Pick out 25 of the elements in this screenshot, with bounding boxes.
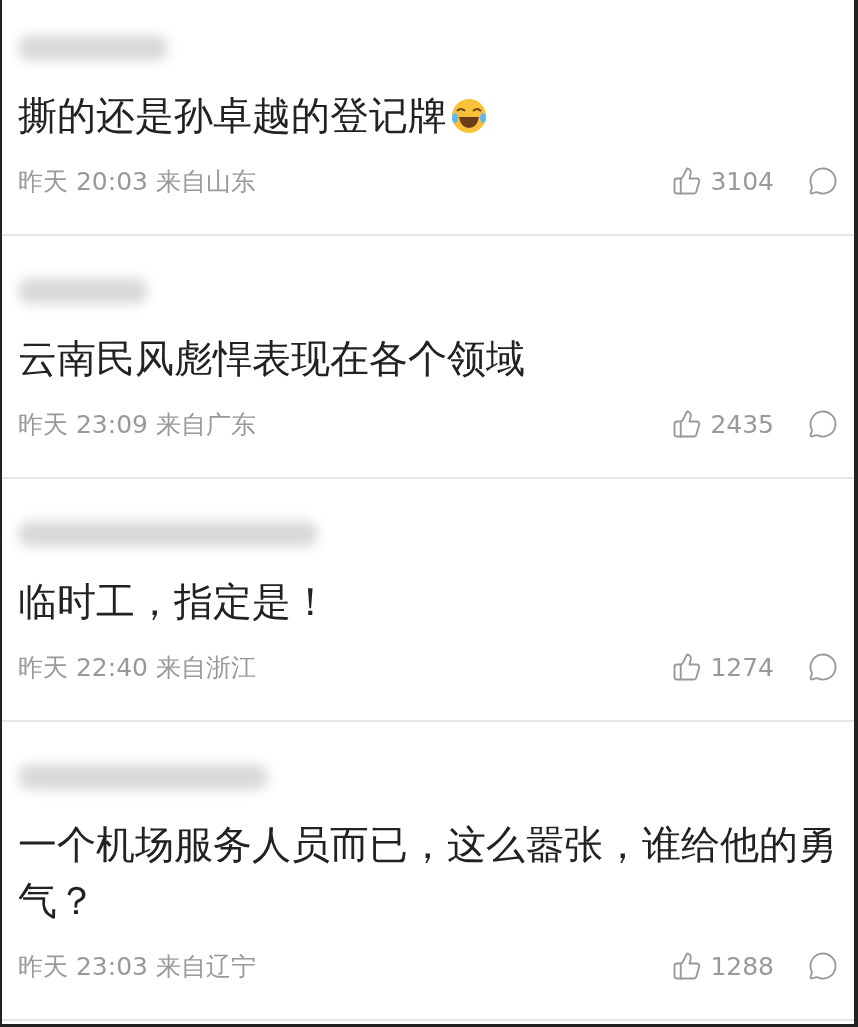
comment-location: 来自山东 <box>156 165 256 198</box>
comment-icon[interactable] <box>808 409 838 439</box>
comment-time: 昨天 22:40 <box>18 651 148 684</box>
like-count: 1274 <box>710 652 774 682</box>
like-icon[interactable] <box>672 951 703 981</box>
comment-text: 云南民风彪悍表现在各个领域 <box>18 335 525 383</box>
comment-text: 临时工，指定是！ <box>18 578 330 626</box>
like-icon[interactable] <box>672 166 703 196</box>
like-count: 3104 <box>710 166 774 196</box>
comment-location: 来自浙江 <box>156 651 256 684</box>
comment-icon[interactable] <box>808 951 838 981</box>
comment-icon[interactable] <box>808 652 838 682</box>
comment-location: 来自广东 <box>156 408 256 441</box>
like-count: 2435 <box>710 409 774 439</box>
comment-icon[interactable] <box>808 166 838 196</box>
comment-text: 撕的还是孙卓越的登记牌 <box>18 92 447 140</box>
like-count: 1288 <box>710 951 774 981</box>
like-icon[interactable] <box>672 409 703 439</box>
comment-time: 昨天 23:09 <box>18 408 148 441</box>
comment-location: 来自辽宁 <box>156 950 256 983</box>
comment-text: 一个机场服务人员而已，这么嚣张，谁给他的勇气？ <box>18 821 838 925</box>
comment-time: 昨天 23:03 <box>18 950 148 983</box>
comment-time: 昨天 20:03 <box>18 165 148 198</box>
like-icon[interactable] <box>672 652 703 682</box>
laughing-emoji-icon <box>449 96 489 136</box>
